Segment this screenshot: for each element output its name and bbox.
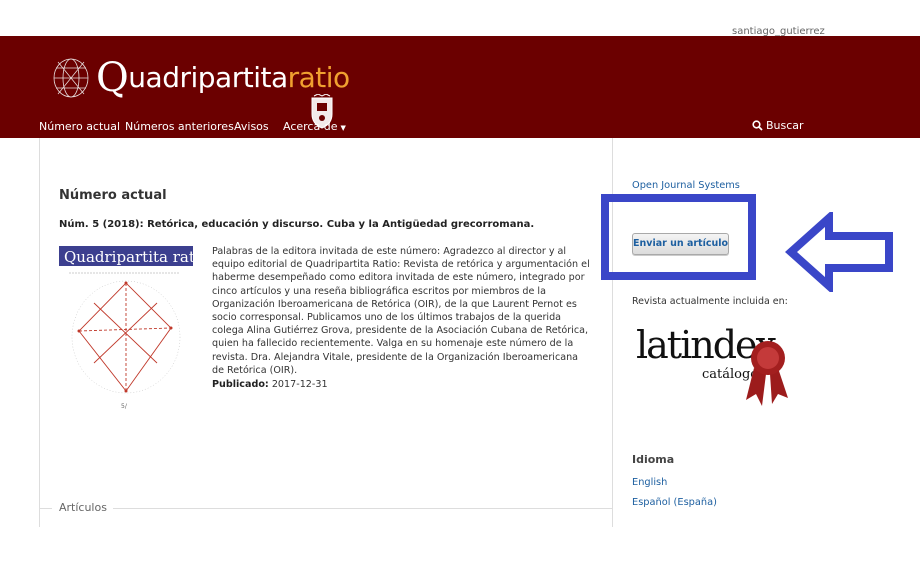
latindex-sub-text: catálogo: [702, 367, 758, 382]
published-info: Publicado: 2017-12-31: [212, 379, 328, 390]
content-left-border: [39, 138, 40, 527]
top-strip: santiago_gutierrez: [0, 0, 920, 37]
section-heading-articulos: Artículos: [59, 501, 107, 514]
ojs-link[interactable]: Open Journal Systems: [632, 180, 740, 191]
submit-article-button[interactable]: Enviar un artículo: [632, 233, 729, 255]
nav-acerca-label: Acerca de: [283, 120, 338, 133]
issue-cover-image[interactable]: Quadripartita ratio 5/: [59, 243, 209, 411]
cover-logo-text: Quadripartita ratio: [64, 248, 193, 266]
section-divider-right: [113, 508, 612, 509]
nav-item-acerca-de[interactable]: Acerca de ▼: [283, 120, 346, 133]
page-title: Número actual: [59, 188, 167, 203]
chevron-down-icon: ▼: [340, 124, 346, 132]
nav-item-numero-actual[interactable]: Número actual: [39, 120, 120, 133]
logo-main: uadripartita: [128, 61, 288, 94]
published-label: Publicado:: [212, 379, 269, 390]
arrow-left-icon: [785, 212, 893, 292]
main-nav: Número actual Números anteriores Avisos …: [0, 118, 920, 136]
latindex-logo[interactable]: latindex catálogo: [632, 316, 792, 410]
language-espanol-link[interactable]: Español (España): [632, 497, 717, 508]
svg-text:5/: 5/: [121, 403, 128, 410]
globe-logo-icon: [53, 58, 89, 98]
search-icon: [752, 120, 763, 131]
logo-q: Q: [96, 55, 129, 101]
search-label: Buscar: [766, 119, 804, 132]
language-title: Idioma: [632, 453, 675, 466]
journal-logo[interactable]: Quadripartitaratio: [96, 55, 350, 101]
nav-item-numeros-anteriores[interactable]: Números anteriores: [125, 120, 234, 133]
issue-title-link[interactable]: Núm. 5 (2018): Retórica, educación y dis…: [59, 219, 534, 230]
indexed-in-text: Revista actualmente incluida en:: [632, 296, 788, 307]
issue-description: Palabras de la editora invitada de este …: [212, 246, 590, 376]
published-date: 2017-12-31: [271, 379, 328, 390]
section-divider-left: [39, 508, 52, 509]
search-button[interactable]: Buscar: [752, 119, 804, 132]
language-english-link[interactable]: English: [632, 477, 667, 488]
logo-ratio: ratio: [287, 61, 351, 94]
nav-item-avisos[interactable]: Avisos: [234, 120, 269, 133]
